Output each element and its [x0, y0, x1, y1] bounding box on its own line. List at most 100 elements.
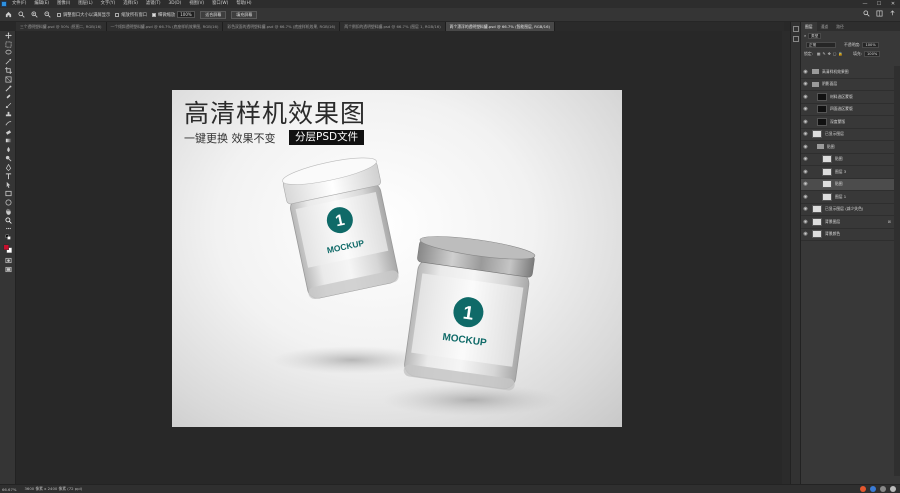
- zoom-value-field[interactable]: 100%: [177, 11, 196, 18]
- lock-icon[interactable]: ⊠: [888, 219, 891, 224]
- visibility-eye-icon[interactable]: ◉: [801, 81, 810, 87]
- layer-row[interactable]: ◉ 已显示图层 (减少失色): [801, 204, 895, 216]
- workspace-icon[interactable]: [876, 10, 883, 19]
- fill-screen-button[interactable]: 填充屏幕: [231, 10, 258, 19]
- visibility-eye-icon[interactable]: ◉: [801, 94, 810, 100]
- marquee-tool-icon[interactable]: [0, 40, 16, 49]
- layer-row[interactable]: ◉ 贴图: [801, 154, 895, 166]
- adjustments-icon[interactable]: [793, 36, 799, 42]
- canvas-scrollbar[interactable]: [782, 31, 790, 484]
- layer-row[interactable]: ◉ 材料选区蒙版: [801, 91, 895, 104]
- document-info[interactable]: 3600 像素 x 2400 像素 (72 ppi): [24, 486, 82, 492]
- visibility-eye-icon[interactable]: ◉: [801, 144, 810, 150]
- more-tools-icon[interactable]: [0, 225, 16, 234]
- document-tab[interactable]: 三个透明塑料罐.psd @ 50% (抠图二, RGB/16): [16, 22, 107, 31]
- blur-tool-icon[interactable]: [0, 145, 16, 154]
- visibility-eye-icon[interactable]: ◉: [801, 219, 810, 225]
- zoom-all-option[interactable]: 缩放所有窗口: [115, 12, 147, 18]
- visibility-eye-icon[interactable]: ◉: [801, 231, 810, 237]
- close-button[interactable]: ✕: [886, 0, 900, 8]
- resize-windows-checkbox[interactable]: [57, 12, 61, 17]
- zoom-tool-box-icon[interactable]: [0, 216, 16, 225]
- properties-icon[interactable]: [793, 26, 799, 32]
- shape-tool-icon[interactable]: [0, 189, 16, 198]
- brush-tool-icon[interactable]: [0, 101, 16, 110]
- zoom-all-checkbox[interactable]: [115, 12, 120, 17]
- visibility-eye-icon[interactable]: ◉: [801, 194, 810, 200]
- tray-volume-icon[interactable]: [880, 486, 886, 492]
- tab-layers[interactable]: 图层: [801, 22, 817, 31]
- gradient-tool-icon[interactable]: [0, 137, 16, 146]
- visibility-eye-icon[interactable]: ◉: [801, 131, 810, 137]
- menu-3d[interactable]: 3D(D): [165, 0, 186, 8]
- pen-tool-icon[interactable]: [0, 163, 16, 172]
- menu-help[interactable]: 帮助(H): [232, 0, 255, 8]
- canvas-area[interactable]: 高清样机效果图 一键更换 效果不变 分层PSD文件 1 MOCKUP 1 MOC…: [16, 31, 780, 484]
- lock-icons[interactable]: ▦✎✥▢🔒: [817, 51, 845, 56]
- opacity-field[interactable]: 100%: [862, 41, 879, 48]
- minimize-button[interactable]: —: [858, 0, 872, 8]
- tray-clock-icon[interactable]: [890, 486, 896, 492]
- tray-network-icon[interactable]: [870, 486, 876, 492]
- zoom-in-icon[interactable]: [30, 10, 39, 19]
- history-brush-icon[interactable]: [0, 119, 16, 128]
- filter-search-icon[interactable]: ⌕: [804, 33, 806, 38]
- menu-file[interactable]: 文件(F): [8, 0, 30, 8]
- search-icon[interactable]: [863, 10, 870, 19]
- layers-scrollbar[interactable]: [894, 66, 900, 476]
- zoom-out-icon[interactable]: [43, 10, 52, 19]
- menu-filter[interactable]: 滤镜(T): [142, 0, 165, 8]
- maximize-button[interactable]: ☐: [872, 0, 886, 8]
- menu-select[interactable]: 选择(S): [119, 0, 142, 8]
- layer-row[interactable]: ◉ 贴图: [801, 141, 895, 154]
- move-tool-icon[interactable]: [0, 31, 16, 40]
- menu-layer[interactable]: 图层(L): [74, 0, 96, 8]
- visibility-eye-icon[interactable]: ◉: [801, 206, 810, 212]
- eyedropper-icon[interactable]: [0, 84, 16, 93]
- hand-tool-icon[interactable]: [0, 207, 16, 216]
- document-tab[interactable]: 两个倒扣的透明塑料罐.psd @ 66.7% (图层 1, RGB/16): [340, 22, 446, 31]
- stamp-tool-icon[interactable]: [0, 110, 16, 119]
- default-colors-icon[interactable]: [0, 233, 16, 242]
- document-tab[interactable]: 两个漂浮的透明塑料罐.psd @ 66.7% (智能图层, RGB/16): [445, 22, 555, 31]
- layer-row[interactable]: ◉ 四面选区蒙版: [801, 104, 895, 116]
- layer-row[interactable]: ◉ 图层 3: [801, 166, 895, 179]
- zoom-readout[interactable]: 66.67%: [2, 487, 16, 492]
- document-tab[interactable]: 彩色双面的透明塑料罐.psd @ 66.7% (底座样机效果, RGB/16): [223, 22, 341, 31]
- resize-windows-option[interactable]: 调整窗口大小以满屏显示: [57, 12, 110, 18]
- tray-app-icon[interactable]: [860, 486, 866, 492]
- menu-edit[interactable]: 编辑(E): [30, 0, 53, 8]
- quick-mask-icon[interactable]: [0, 256, 16, 265]
- scrubby-zoom-option[interactable]: 细微缩放: [152, 12, 175, 18]
- home-icon[interactable]: [4, 10, 13, 19]
- menu-image[interactable]: 图像(I): [53, 0, 74, 8]
- share-icon[interactable]: [889, 10, 896, 19]
- layer-row[interactable]: ◉ 背景颜色: [801, 229, 895, 241]
- menu-type[interactable]: 文字(Y): [97, 0, 120, 8]
- photoshop-logo-icon[interactable]: [0, 0, 8, 8]
- layer-row[interactable]: ◉ 背景图层 ⊠: [801, 216, 895, 229]
- menu-view[interactable]: 视图(V): [185, 0, 208, 8]
- frame-tool-icon[interactable]: [0, 75, 16, 84]
- path-selection-icon[interactable]: [0, 181, 16, 190]
- magic-wand-icon[interactable]: [0, 57, 16, 66]
- layer-row[interactable]: ◉ 图层 1: [801, 191, 895, 204]
- tab-paths[interactable]: 路径: [832, 22, 848, 31]
- visibility-eye-icon[interactable]: ◉: [801, 169, 810, 175]
- visibility-eye-icon[interactable]: ◉: [801, 106, 810, 112]
- type-tool-icon[interactable]: [0, 172, 16, 181]
- kind-filter-select[interactable]: 类型: [808, 32, 822, 39]
- eraser-tool-icon[interactable]: [0, 128, 16, 137]
- fill-field[interactable]: 100%: [864, 50, 881, 57]
- healing-brush-icon[interactable]: [0, 93, 16, 102]
- visibility-eye-icon[interactable]: ◉: [801, 156, 810, 162]
- visibility-eye-icon[interactable]: ◉: [801, 119, 810, 125]
- screen-mode-icon[interactable]: [0, 265, 16, 274]
- dodge-tool-icon[interactable]: [0, 154, 16, 163]
- three-d-tool-icon[interactable]: [0, 198, 16, 207]
- crop-tool-icon[interactable]: [0, 66, 16, 75]
- visibility-eye-icon[interactable]: ◉: [801, 69, 810, 75]
- fit-screen-button[interactable]: 适合屏幕: [200, 10, 227, 19]
- color-swatches-icon[interactable]: [0, 242, 16, 256]
- tab-channels[interactable]: 通道: [817, 22, 833, 31]
